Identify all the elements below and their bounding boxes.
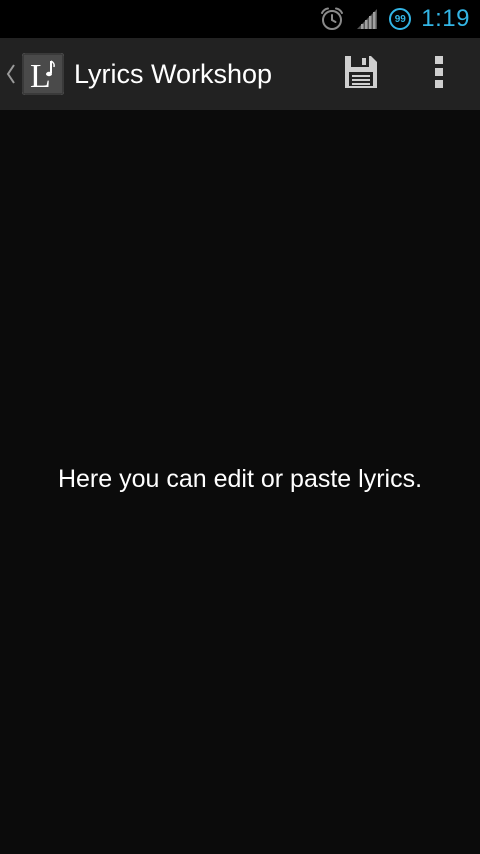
empty-state-message: Here you can edit or paste lyrics. [57, 465, 423, 493]
app-logo-letter: L [30, 58, 51, 95]
app-title: Lyrics Workshop [74, 58, 273, 89]
status-time: 1:19 [421, 5, 470, 32]
battery-icon: 99 [389, 8, 412, 30]
chevron-left-icon [4, 59, 18, 89]
floppy-disk-icon [343, 54, 379, 94]
action-bar: L Lyrics Workshop [0, 38, 480, 110]
lyrics-content-area[interactable]: Here you can edit or paste lyrics. [0, 110, 480, 854]
save-button[interactable] [324, 38, 398, 110]
overflow-menu-icon [433, 55, 445, 93]
signal-icon [355, 7, 379, 31]
app-logo-icon: L [22, 53, 64, 95]
up-navigation[interactable]: L Lyrics Workshop [0, 38, 272, 110]
alarm-icon [319, 6, 345, 32]
more-options-button[interactable] [398, 38, 480, 110]
battery-level: 99 [389, 8, 412, 30]
status-bar: 99 1:19 [0, 0, 480, 38]
